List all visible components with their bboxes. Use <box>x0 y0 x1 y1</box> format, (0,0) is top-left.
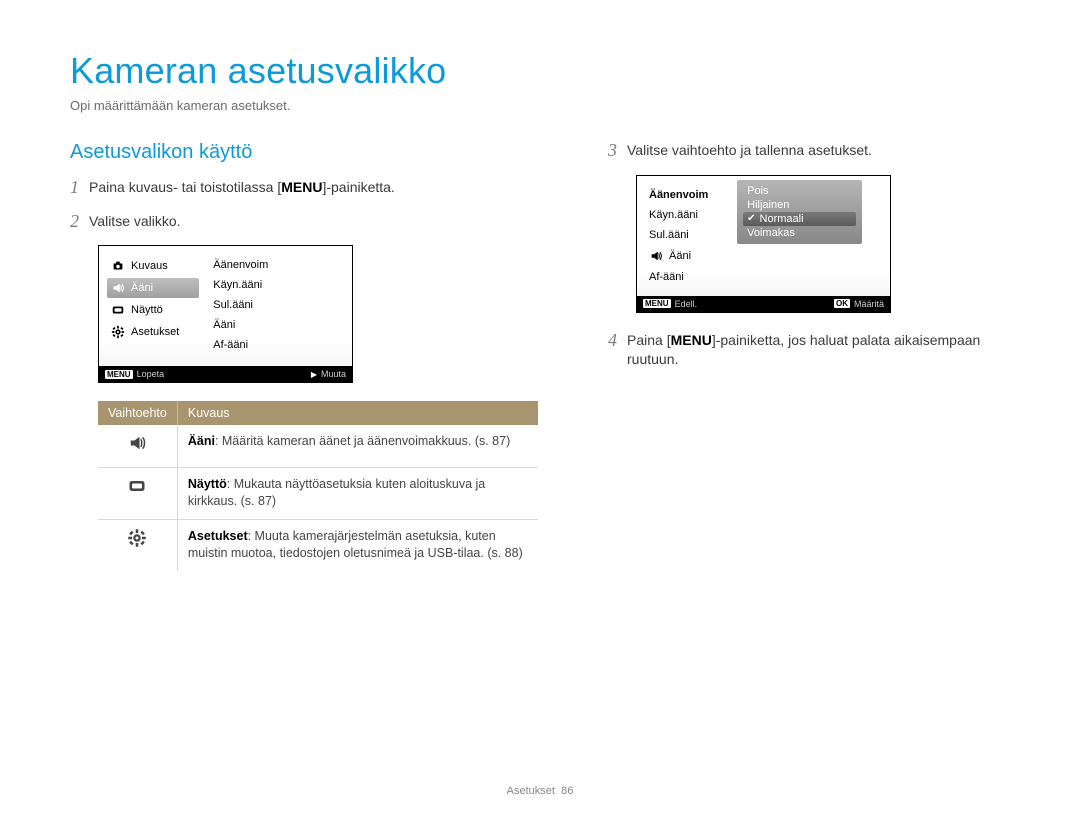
option-hiljainen: Hiljainen <box>743 198 856 212</box>
submenu-af: Af-ääni <box>645 268 727 286</box>
submenu-aanenvoim-selected: Äänenvoim <box>645 186 727 204</box>
page-title: Kameran asetusvalikko <box>70 50 1010 92</box>
menu-item-label: Ääni <box>131 282 153 294</box>
step-2-text: Valitse valikko. <box>89 212 181 232</box>
footer-section: Asetukset <box>507 785 555 797</box>
table-row-naytto: Näyttö: Mukauta näyttöasetuksia kuten al… <box>98 467 538 519</box>
submenu-sul: Sul.ääni <box>209 296 346 314</box>
submenu-sul: Sul.ääni <box>645 226 727 244</box>
submenu-aani-row: Ääni <box>645 246 727 266</box>
menu-item-label: Kuvaus <box>131 260 168 272</box>
menu-item-label: Asetukset <box>131 326 179 338</box>
step-3-text: Valitse vaihtoehto ja tallenna asetukset… <box>627 141 872 161</box>
table-header-vaihtoehto: Vaihtoehto <box>98 401 177 425</box>
option-pois: Pois <box>743 184 856 198</box>
screen2-footer: MENU Edell. OK Määritä <box>637 296 890 312</box>
step-3-number: 3 <box>608 141 617 159</box>
sound-icon <box>649 249 663 263</box>
step-2-number: 2 <box>70 212 79 230</box>
step-4-number: 4 <box>608 331 617 349</box>
footer-lopeta: Lopeta <box>137 369 165 379</box>
sound-icon <box>111 281 125 295</box>
row-title: Asetukset <box>188 529 248 543</box>
step-3: 3 Valitse vaihtoehto ja tallenna asetuks… <box>608 141 1010 161</box>
section-heading: Asetusvalikon käyttö <box>70 141 538 164</box>
footer-muuta: Muuta <box>321 369 346 379</box>
gear-icon <box>127 537 147 551</box>
footer-page-number: 86 <box>561 785 573 797</box>
play-triangle-icon: ▶ <box>311 370 317 379</box>
left-column: Asetusvalikon käyttö 1 Paina kuvaus- tai… <box>70 141 538 571</box>
volume-popup: Pois Hiljainen ✔ Normaali Voimakas <box>737 180 862 244</box>
camera-icon <box>111 259 125 273</box>
table-row-aani: Ääni: Määritä kameran äänet ja äänenvoim… <box>98 425 538 467</box>
row-title: Ääni <box>188 434 215 448</box>
submenu-aani: Ääni <box>669 250 691 262</box>
table-row-asetukset: Asetukset: Muuta kamerajärjestelmän aset… <box>98 519 538 571</box>
row-desc: : Määritä kameran äänet ja äänenvoimakku… <box>215 434 510 448</box>
menu-chip-icon: MENU <box>643 299 671 308</box>
screen2-right-pane: Pois Hiljainen ✔ Normaali Voimakas <box>733 176 890 296</box>
right-column: 3 Valitse vaihtoehto ja tallenna asetuks… <box>608 141 1010 571</box>
page-subtitle: Opi määrittämään kameran asetukset. <box>70 98 1010 113</box>
submenu-aani: Ääni <box>209 316 346 334</box>
menu-item-naytto: Näyttö <box>107 300 199 320</box>
menu-chip-icon: MENU <box>105 370 133 379</box>
step-4-text: Paina [MENU]-painiketta, jos haluat pala… <box>627 331 1010 370</box>
submenu-kayn: Käyn.ääni <box>645 206 727 224</box>
menu-label: MENU <box>671 332 712 348</box>
step-1-post: ]-painiketta. <box>322 179 394 195</box>
menu-label: MENU <box>281 179 322 195</box>
screen-icon <box>127 485 147 499</box>
step-1-number: 1 <box>70 178 79 196</box>
option-normaali-selected: ✔ Normaali <box>743 212 856 226</box>
camera-screen-1: Kuvaus Ääni Näyttö Asetukset <box>98 245 353 383</box>
step-1-text: Paina kuvaus- tai toistotilassa [MENU]-p… <box>89 178 395 198</box>
submenu-af: Af-ääni <box>209 336 346 354</box>
screen1-footer: MENU Lopeta ▶ Muuta <box>99 366 352 382</box>
screen2-left-pane: Äänenvoim Käyn.ääni Sul.ääni Ääni Af-ään… <box>637 176 733 296</box>
options-table: Vaihtoehto Kuvaus Ääni: Määritä kameran … <box>98 401 538 571</box>
menu-item-aani-selected: Ääni <box>107 278 199 298</box>
gear-icon <box>111 325 125 339</box>
row-desc: : Mukauta näyttöasetuksia kuten aloitusk… <box>188 477 485 509</box>
menu-item-kuvaus: Kuvaus <box>107 256 199 276</box>
step-2: 2 Valitse valikko. <box>70 212 538 232</box>
footer-maarita: Määritä <box>854 299 884 309</box>
check-icon: ✔ <box>747 213 755 224</box>
ok-chip-icon: OK <box>834 299 850 308</box>
step-1-pre: Paina kuvaus- tai toistotilassa [ <box>89 179 281 195</box>
screen1-right-pane: Äänenvoim Käyn.ääni Sul.ääni Ääni Af-ään… <box>205 246 352 366</box>
step-4-pre: Paina [ <box>627 332 671 348</box>
step-1: 1 Paina kuvaus- tai toistotilassa [MENU]… <box>70 178 538 198</box>
menu-item-asetukset: Asetukset <box>107 322 199 342</box>
page-footer: Asetukset 86 <box>0 785 1080 797</box>
option-voimakas: Voimakas <box>743 226 856 240</box>
submenu-kayn: Käyn.ääni <box>209 276 346 294</box>
option-label: Normaali <box>760 213 804 225</box>
submenu-aanenvoim: Äänenvoim <box>209 256 346 274</box>
menu-item-label: Näyttö <box>131 304 163 316</box>
sound-icon <box>127 442 147 456</box>
table-header-kuvaus: Kuvaus <box>177 401 538 425</box>
screen1-left-pane: Kuvaus Ääni Näyttö Asetukset <box>99 246 205 366</box>
step-4: 4 Paina [MENU]-painiketta, jos haluat pa… <box>608 331 1010 370</box>
row-title: Näyttö <box>188 477 227 491</box>
footer-edell: Edell. <box>675 299 698 309</box>
screen-icon <box>111 303 125 317</box>
camera-screen-2: Äänenvoim Käyn.ääni Sul.ääni Ääni Af-ään… <box>636 175 891 313</box>
